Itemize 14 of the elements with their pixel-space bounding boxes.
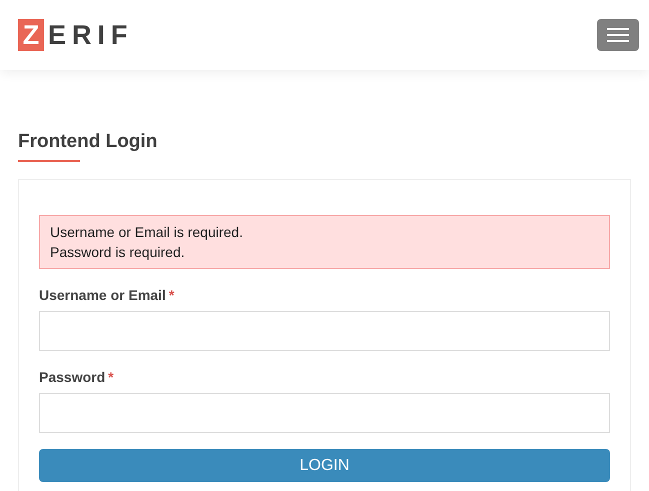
- login-button[interactable]: LOGIN: [39, 449, 610, 482]
- page-title: Frontend Login: [18, 130, 158, 154]
- menu-button[interactable]: [597, 19, 639, 51]
- logo-mark: Z: [18, 19, 44, 51]
- error-message: Username or Email is required.: [50, 223, 243, 242]
- error-message: Password is required.: [50, 243, 185, 262]
- field-label: Password: [39, 368, 106, 387]
- field-label: Username or Email: [39, 286, 166, 305]
- required-mark: *: [168, 286, 174, 305]
- input-field[interactable]: [39, 311, 610, 351]
- required-mark: *: [108, 368, 114, 387]
- logo-text: ERIF: [48, 19, 134, 51]
- input-field[interactable]: [39, 393, 610, 433]
- menu-icon: [607, 28, 629, 42]
